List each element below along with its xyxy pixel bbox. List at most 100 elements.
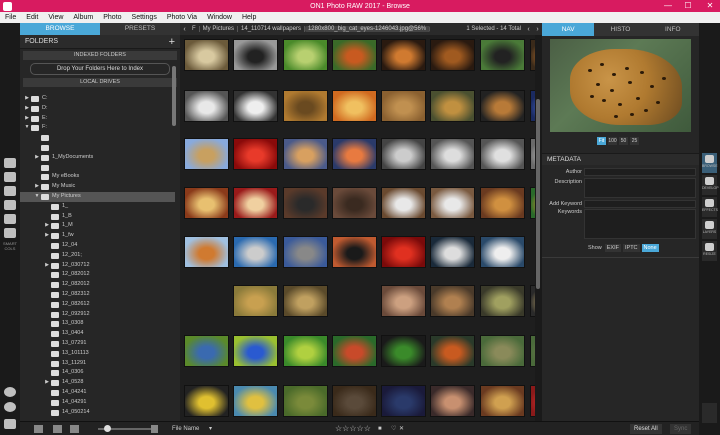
folder-icon[interactable] — [4, 186, 16, 196]
thumbnail[interactable] — [233, 335, 278, 367]
like-icon[interactable]: ♡ — [391, 422, 396, 435]
thumbnail[interactable] — [480, 385, 525, 417]
smart-collections-icon[interactable] — [4, 228, 16, 238]
menu-photo-via[interactable]: Photo Via — [162, 14, 202, 21]
thumbnail[interactable] — [332, 39, 377, 71]
tab-browse[interactable]: BROWSE — [20, 23, 100, 35]
thumbnail[interactable] — [332, 236, 377, 268]
sync-button[interactable]: Sync — [670, 424, 692, 434]
tree-row[interactable]: ▶ 1_fw — [20, 231, 175, 241]
next-image-icon[interactable]: › — [533, 26, 542, 33]
tree-row[interactable]: ▼ F: — [20, 123, 175, 133]
breadcrumb-drive[interactable]: F — [189, 26, 200, 32]
thumbnail[interactable] — [430, 138, 475, 170]
thumbnail[interactable] — [480, 90, 525, 122]
slider-handle[interactable] — [104, 425, 111, 432]
thumbnail[interactable] — [332, 138, 377, 170]
add-keyword-field[interactable] — [584, 200, 696, 208]
thumbnail[interactable] — [332, 187, 377, 219]
tree-row[interactable]: 14_04241 — [20, 388, 175, 398]
collapsed-arrow-icon[interactable]: ▶ — [24, 114, 30, 124]
thumbnail[interactable] — [381, 187, 426, 219]
thumbnail[interactable] — [480, 285, 525, 317]
menu-view[interactable]: View — [43, 14, 68, 21]
thumbnail[interactable] — [480, 187, 525, 219]
reject-icon[interactable]: ✕ — [399, 422, 404, 435]
module-resize-button[interactable]: RESIZE — [702, 241, 717, 261]
tree-row[interactable]: 14_0306 — [20, 368, 175, 378]
thumbnail[interactable] — [381, 335, 426, 367]
thumbnail[interactable] — [184, 236, 229, 268]
tab-info[interactable]: INFO — [646, 23, 699, 36]
thumbnail[interactable] — [283, 285, 328, 317]
thumbnail[interactable] — [381, 285, 426, 317]
breadcrumb-folder[interactable]: My Pictures — [200, 26, 239, 32]
thumbnail[interactable] — [430, 90, 475, 122]
collapsed-arrow-icon[interactable]: ▶ — [24, 104, 30, 114]
thumbnail[interactable] — [480, 335, 525, 367]
zoom-50-button[interactable]: 50 — [619, 137, 628, 145]
local-drives-header[interactable]: LOCAL DRIVES — [23, 78, 177, 87]
tree-row[interactable]: My eBooks — [20, 172, 175, 182]
menu-settings[interactable]: Settings — [127, 14, 162, 21]
help-icon[interactable] — [4, 402, 16, 412]
grid-scrollbar-thumb[interactable] — [536, 99, 540, 289]
tree-row[interactable]: 12_082012 — [20, 270, 175, 280]
export-icon[interactable] — [702, 403, 717, 423]
thumbnail[interactable] — [233, 285, 278, 317]
tree-row[interactable]: ▶ C: — [20, 94, 175, 104]
tree-row[interactable]: 12_04 — [20, 241, 175, 251]
thumbnail[interactable] — [233, 385, 278, 417]
tree-row[interactable]: ▶ 14_0528 — [20, 378, 175, 388]
thumbnail[interactable] — [184, 90, 229, 122]
grid-scrollbar[interactable] — [535, 35, 542, 421]
tree-row[interactable]: 12_201; — [20, 251, 175, 261]
grid-view-icon[interactable] — [34, 425, 43, 433]
thumbnail[interactable] — [233, 138, 278, 170]
zoom-100-button[interactable]: 100 — [608, 137, 617, 145]
module-browse-button[interactable]: BROWSE — [702, 153, 718, 173]
show-none-button[interactable]: None — [641, 244, 659, 252]
close-button[interactable]: ✕ — [702, 0, 718, 12]
tree-row[interactable] — [20, 143, 175, 153]
tree-row[interactable]: ▶ E: — [20, 114, 175, 124]
show-exif-button[interactable]: EXIF — [604, 244, 621, 252]
tree-row[interactable]: 1_ — [20, 202, 175, 212]
module-layers-button[interactable]: LAYERS — [702, 219, 717, 239]
tree-row[interactable]: ▶ 12_030712 — [20, 261, 175, 271]
description-field[interactable] — [584, 178, 696, 198]
collapse-left-icon[interactable] — [4, 419, 16, 429]
album-icon[interactable] — [4, 214, 16, 224]
thumbnail[interactable] — [381, 39, 426, 71]
tree-row[interactable]: 13_07291 — [20, 339, 175, 349]
tree-row[interactable]: ▶ My Music — [20, 182, 175, 192]
thumbnail[interactable] — [283, 335, 328, 367]
thumbnail[interactable] — [332, 385, 377, 417]
menu-edit[interactable]: Edit — [21, 14, 43, 21]
thumbnail[interactable] — [283, 236, 328, 268]
thumbnail[interactable] — [233, 90, 278, 122]
large-thumb-icon[interactable] — [151, 425, 158, 433]
tab-nav[interactable]: NAV — [542, 23, 595, 36]
color-label-icon[interactable]: ■ — [378, 422, 382, 435]
collapsed-arrow-icon[interactable]: ▶ — [34, 153, 40, 163]
tree-row[interactable]: ▶ 1_MyDocuments — [20, 153, 175, 163]
breadcrumb-file[interactable]: 1280x800_big_cat_eyes-1246043.jpg@56% — [304, 26, 431, 32]
add-folder-icon[interactable]: + — [169, 36, 175, 48]
tree-row[interactable]: 12_082612 — [20, 300, 175, 310]
tree-row[interactable] — [20, 133, 175, 143]
thumbnail[interactable] — [283, 39, 328, 71]
zoom-fit-button[interactable]: Fit — [597, 137, 606, 145]
breadcrumb-subfolder[interactable]: 14_110714 wallpapers — [238, 26, 305, 32]
thumbnail[interactable] — [283, 138, 328, 170]
menu-photo[interactable]: Photo — [98, 14, 126, 21]
thumbnail[interactable] — [233, 236, 278, 268]
metadata-header[interactable]: METADATA — [542, 153, 699, 165]
tree-row[interactable]: 1_B — [20, 212, 175, 222]
tree-row[interactable]: 14_050214 — [20, 408, 175, 418]
thumbnail[interactable] — [430, 39, 475, 71]
thumbnail[interactable] — [233, 187, 278, 219]
author-field[interactable] — [584, 168, 696, 176]
thumbnail[interactable] — [381, 138, 426, 170]
zoom-25-button[interactable]: 25 — [630, 137, 639, 145]
